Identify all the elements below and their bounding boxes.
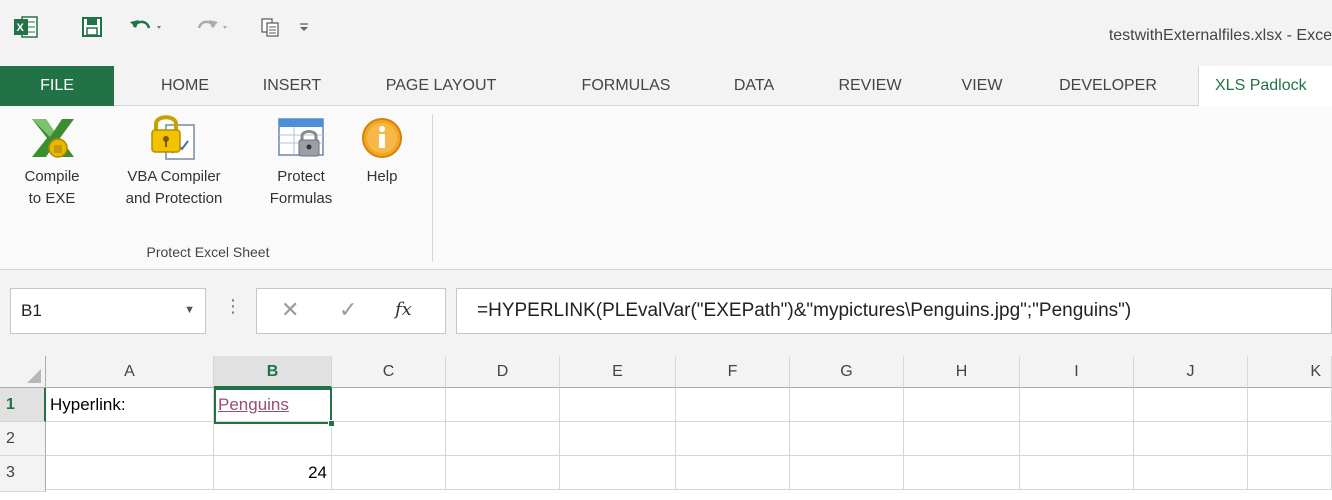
cell-k2[interactable]	[1248, 422, 1332, 456]
cell-g2[interactable]	[790, 422, 904, 456]
padlock-document-icon	[104, 110, 244, 166]
cell-e3[interactable]	[560, 456, 676, 490]
cell-c3[interactable]	[332, 456, 446, 490]
select-all-button[interactable]	[0, 356, 46, 388]
column-header-d[interactable]: D	[446, 356, 560, 388]
cell-b3[interactable]: 24	[214, 456, 332, 490]
cancel-icon[interactable]: ✕	[281, 297, 299, 323]
cell-e2[interactable]	[560, 422, 676, 456]
formula-buttons: ✕ ✓ fx	[256, 288, 446, 334]
vba-label-1: VBA Compiler	[127, 168, 221, 185]
vba-label-2: and Protection	[125, 190, 223, 207]
column-header-g[interactable]: G	[790, 356, 904, 388]
column-header-h[interactable]: H	[904, 356, 1020, 388]
chevron-down-icon[interactable]: ▼	[184, 304, 195, 316]
cell-a1[interactable]: Hyperlink:	[46, 388, 214, 422]
insert-function-icon[interactable]: fx	[395, 299, 412, 320]
group-label-protect-excel-sheet: Protect Excel Sheet	[146, 244, 270, 260]
cell-d3[interactable]	[446, 456, 560, 490]
cell-e1[interactable]	[560, 388, 676, 422]
excel-logo-icon[interactable]: X	[12, 14, 40, 40]
cell-k1[interactable]	[1248, 388, 1332, 422]
cell-g3[interactable]	[790, 456, 904, 490]
formula-bar-splitter[interactable]: ⋮	[224, 296, 242, 317]
cell-i2[interactable]	[1020, 422, 1134, 456]
column-header-c[interactable]: C	[332, 356, 446, 388]
protect-formulas-button[interactable]: Protect Formulas	[254, 110, 348, 210]
cell-c1[interactable]	[332, 388, 446, 422]
compile-label-2: to EXE	[28, 190, 76, 207]
column-header-f[interactable]: F	[676, 356, 790, 388]
enter-icon[interactable]: ✓	[339, 297, 357, 323]
window-title: testwithExternalfiles.xlsx - Exce	[1108, 27, 1332, 44]
protect-label-1: Protect	[277, 168, 325, 185]
customize-qat-icon[interactable]	[294, 14, 314, 40]
column-header-b[interactable]: B	[214, 356, 332, 388]
cell-h3[interactable]	[904, 456, 1020, 490]
ribbon-tab-bar: FILE HOME INSERT PAGE LAYOUT FORMULAS DA…	[0, 66, 1332, 107]
column-header-k[interactable]: K	[1248, 356, 1332, 388]
ribbon: Compile to EXE VBA Compiler and Protecti…	[0, 106, 1332, 270]
row-header-1[interactable]: 1	[0, 388, 46, 422]
title-bar: X testwithExternalfiles.xlsx - Exce	[0, 0, 1332, 66]
cell-j1[interactable]	[1134, 388, 1248, 422]
cell-a2[interactable]	[46, 422, 214, 456]
name-box[interactable]: B1 ▼	[10, 288, 206, 334]
column-header-i[interactable]: I	[1020, 356, 1134, 388]
cell-h2[interactable]	[904, 422, 1020, 456]
redo-icon[interactable]	[192, 14, 232, 40]
row-header-2[interactable]: 2	[0, 422, 46, 456]
cell-i1[interactable]	[1020, 388, 1134, 422]
cell-c2[interactable]	[332, 422, 446, 456]
column-header-j[interactable]: J	[1134, 356, 1248, 388]
compile-exe-icon	[2, 110, 102, 166]
cell-f1[interactable]	[676, 388, 790, 422]
tab-formulas[interactable]: FORMULAS	[556, 66, 696, 106]
undo-icon[interactable]	[128, 14, 168, 40]
cell-b2[interactable]	[214, 422, 332, 456]
cell-d2[interactable]	[446, 422, 560, 456]
cell-k3[interactable]	[1248, 456, 1332, 490]
tab-developer[interactable]: DEVELOPER	[1032, 66, 1184, 106]
cell-a3[interactable]	[46, 456, 214, 490]
compile-to-exe-button[interactable]: Compile to EXE	[2, 110, 102, 210]
row-header-3[interactable]: 3	[0, 456, 46, 492]
svg-text:X: X	[17, 22, 25, 34]
tab-home[interactable]: HOME	[140, 66, 230, 106]
protect-label-2: Formulas	[269, 190, 333, 207]
cell-f2[interactable]	[676, 422, 790, 456]
cell-i3[interactable]	[1020, 456, 1134, 490]
formula-input[interactable]: =HYPERLINK(PLEvalVar("EXEPath")&"mypictu…	[456, 288, 1332, 334]
tab-data[interactable]: DATA	[714, 66, 794, 106]
compile-label-1: Compile	[24, 168, 80, 185]
fill-handle[interactable]	[328, 420, 335, 427]
tab-insert[interactable]: INSERT	[244, 66, 340, 106]
formula-bar: B1 ▼ ⋮ ✕ ✓ fx =HYPERLINK(PLEvalVar("EXEP…	[0, 270, 1332, 356]
name-box-value: B1	[21, 301, 42, 320]
ribbon-group-separator	[432, 114, 433, 262]
help-label: Help	[366, 168, 398, 185]
active-cell-border	[214, 388, 335, 427]
vba-compiler-button[interactable]: VBA Compiler and Protection	[104, 110, 244, 210]
cell-g1[interactable]	[790, 388, 904, 422]
cell-d1[interactable]	[446, 388, 560, 422]
column-header-a[interactable]: A	[46, 356, 214, 388]
touch-mode-icon[interactable]	[258, 14, 282, 40]
tab-page-layout[interactable]: PAGE LAYOUT	[354, 66, 528, 106]
tab-file[interactable]: FILE	[0, 66, 114, 106]
column-header-e[interactable]: E	[560, 356, 676, 388]
cell-j3[interactable]	[1134, 456, 1248, 490]
tab-review[interactable]: REVIEW	[818, 66, 922, 106]
protect-formulas-icon	[254, 110, 348, 166]
tab-xls-padlock[interactable]: XLS Padlock	[1198, 66, 1332, 107]
cell-j2[interactable]	[1134, 422, 1248, 456]
info-icon	[352, 110, 412, 166]
cell-h1[interactable]	[904, 388, 1020, 422]
worksheet-grid: A B C D E F G H I J K 1 2 3 Hyperlink: P…	[0, 356, 1332, 500]
cell-f3[interactable]	[676, 456, 790, 490]
help-button[interactable]: Help	[352, 110, 412, 188]
save-icon[interactable]	[78, 14, 106, 40]
tab-view[interactable]: VIEW	[946, 66, 1018, 106]
